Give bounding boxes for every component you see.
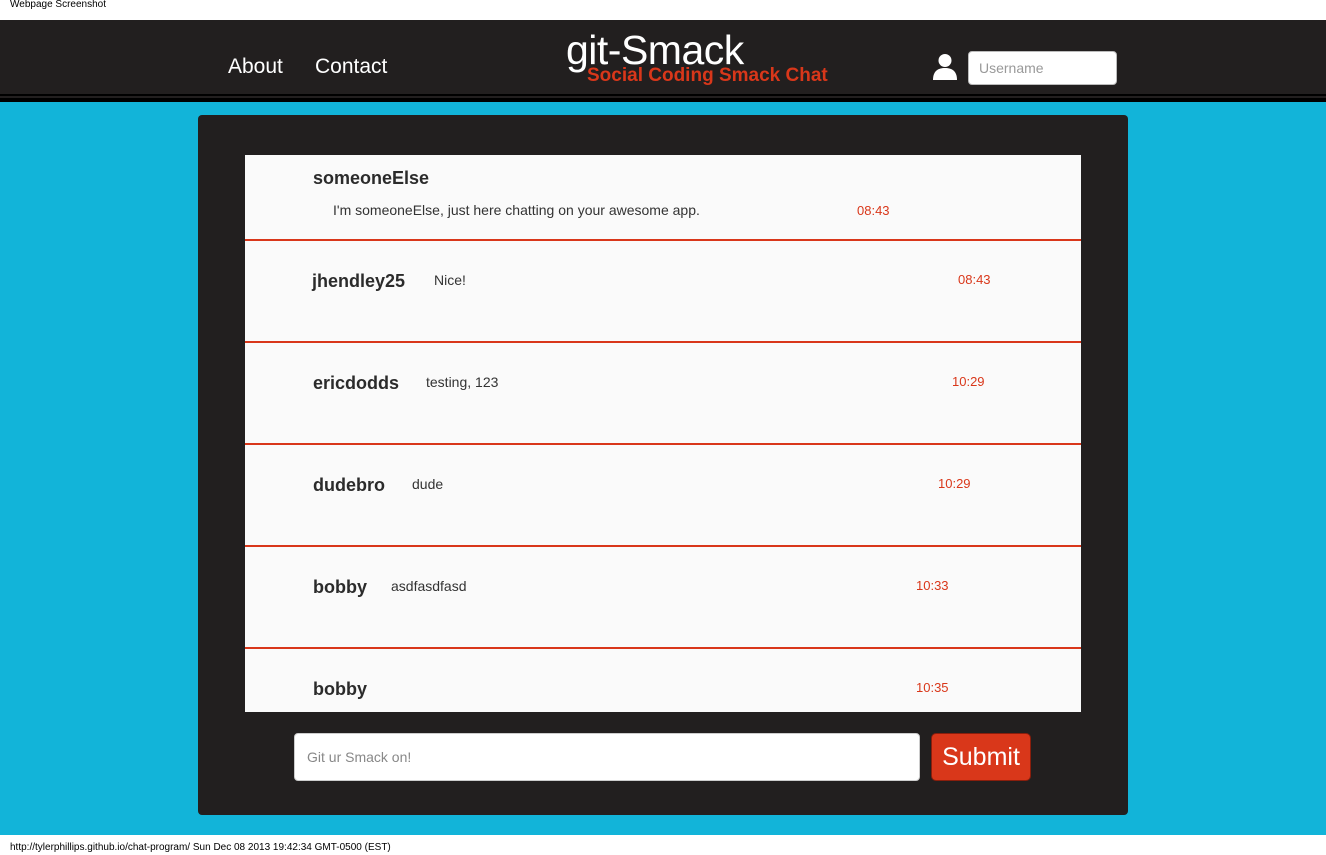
- message-username: dudebro: [313, 475, 385, 495]
- message-text: I'm someoneElse, just here chatting on y…: [333, 202, 700, 218]
- message-text: dude: [412, 476, 444, 492]
- navbar-divider-dark: [0, 98, 1326, 102]
- message-text: Nice!: [434, 272, 466, 288]
- top-navbar: About Contact git-Smack Social Coding Sm…: [0, 20, 1326, 94]
- message-item: bobby asdfasdfasd 10:33: [245, 547, 1081, 649]
- chat-panel: someoneElse I'm someoneElse, just here c…: [198, 115, 1128, 815]
- message-time: 10:33: [916, 578, 949, 593]
- brand-subtitle: Social Coding Smack Chat: [587, 65, 828, 86]
- message-item: bobby 10:35: [245, 649, 1081, 712]
- smack-message-input[interactable]: [294, 733, 920, 781]
- screenshot-caption: Webpage Screenshot: [10, 0, 106, 10]
- message-time: 10:29: [952, 374, 985, 389]
- message-username: bobby: [313, 577, 367, 597]
- message-username: bobby: [313, 679, 367, 699]
- message-time: 08:43: [857, 203, 890, 218]
- submit-button[interactable]: Submit: [931, 733, 1031, 781]
- message-username: jhendley25: [312, 271, 406, 291]
- message-time: 10:35: [916, 680, 949, 695]
- message-item: dudebro dude 10:29: [245, 445, 1081, 547]
- nav-link-contact[interactable]: Contact: [315, 55, 387, 79]
- page: About Contact git-Smack Social Coding Sm…: [0, 20, 1326, 835]
- message-item: ericdodds testing, 123 10:29: [245, 343, 1081, 445]
- message-time: 08:43: [958, 272, 991, 287]
- message-username: ericdodds: [313, 373, 400, 393]
- url-caption: http://tylerphillips.github.io/chat-prog…: [10, 842, 391, 853]
- username-input[interactable]: [968, 51, 1117, 85]
- message-time: 10:29: [938, 476, 971, 491]
- message-item: someoneElse I'm someoneElse, just here c…: [245, 155, 1081, 241]
- message-list[interactable]: someoneElse I'm someoneElse, just here c…: [245, 155, 1081, 712]
- message-text: testing, 123: [426, 374, 499, 390]
- message-username: someoneElse: [313, 168, 430, 188]
- message-item: jhendley25 Nice! 08:43: [245, 241, 1081, 343]
- message-text: asdfasdfasd: [391, 578, 467, 594]
- user-silhouette-icon: [933, 54, 957, 80]
- nav-link-about[interactable]: About: [228, 55, 283, 79]
